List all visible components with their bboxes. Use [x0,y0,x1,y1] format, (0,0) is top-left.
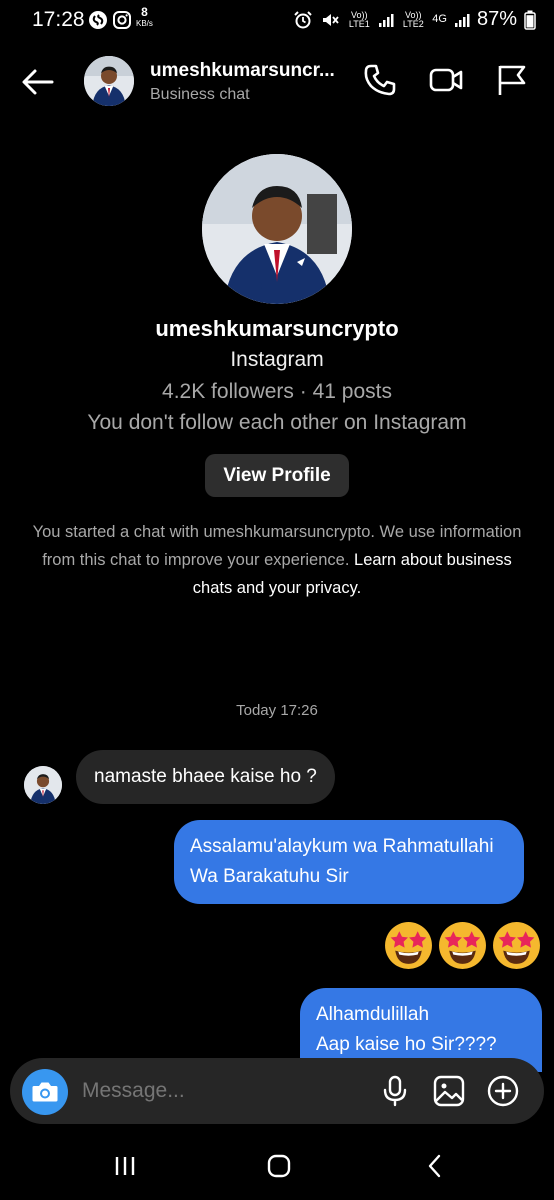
follow-status: You don't follow each other on Instagram [87,411,467,434]
status-time: 17:28 [32,8,85,31]
instagram-icon [113,11,131,29]
profile-stats: 4.2K followers · 41 posts [162,380,392,403]
network-type: 4G [432,13,447,25]
gallery-icon[interactable] [432,1074,466,1108]
sender-avatar[interactable] [24,766,62,804]
incoming-message[interactable]: namaste bhaee kaise ho ? [76,750,335,804]
microphone-icon[interactable] [378,1074,412,1108]
star-struck-emoji-icon [439,922,486,969]
phone-icon[interactable] [362,62,398,98]
network-speed: 8 KB/s [136,5,153,29]
signal-icon [379,13,394,27]
chat-subtitle: Business chat [150,86,250,103]
avatar[interactable] [84,56,134,106]
star-struck-emoji-icon [493,922,540,969]
flag-icon[interactable] [494,62,530,98]
add-icon[interactable] [486,1074,520,1108]
profile-photo [84,56,134,106]
home-icon[interactable] [264,1151,294,1181]
emoji-message[interactable] [383,920,542,971]
shazam-icon [89,11,107,29]
view-profile-button[interactable]: View Profile [205,454,349,497]
status-right: Vo)) LTE1 Vo)) LTE2 4G 87% [293,8,536,31]
profile-photo [24,766,62,804]
sim2-label: Vo)) LTE2 [402,9,424,29]
profile-avatar-large[interactable] [202,154,352,304]
star-struck-emoji-icon [385,922,432,969]
chat-contact-name[interactable]: umeshkumarsuncr... [150,60,335,82]
video-call-icon[interactable] [428,62,464,98]
profile-photo [202,154,352,304]
camera-button[interactable] [22,1069,68,1115]
alarm-icon [294,10,312,28]
battery-percent: 87% [476,8,517,30]
battery-icon [524,10,536,30]
camera-icon [32,1082,58,1102]
message-input[interactable] [82,1079,362,1103]
status-bar: 17:28 8 KB/s Vo)) LTE1 Vo)) LTE2 4G 87% [0,0,554,42]
recent-apps-icon[interactable] [110,1151,140,1181]
mute-icon [323,13,339,26]
profile-source: Instagram [230,348,324,371]
outgoing-message[interactable]: Assalamu'alaykum wa Rahmatullahi Wa Bara… [174,820,524,904]
message-timestamp: Today 17:26 [236,702,318,719]
back-arrow-icon[interactable] [20,64,56,100]
sim1-label: Vo)) LTE1 [348,9,370,29]
business-chat-notice: You started a chat with umeshkumarsuncry… [30,518,524,602]
system-back-icon[interactable] [420,1151,450,1181]
profile-username: umeshkumarsuncrypto [155,316,399,341]
signal-icon [454,13,470,27]
